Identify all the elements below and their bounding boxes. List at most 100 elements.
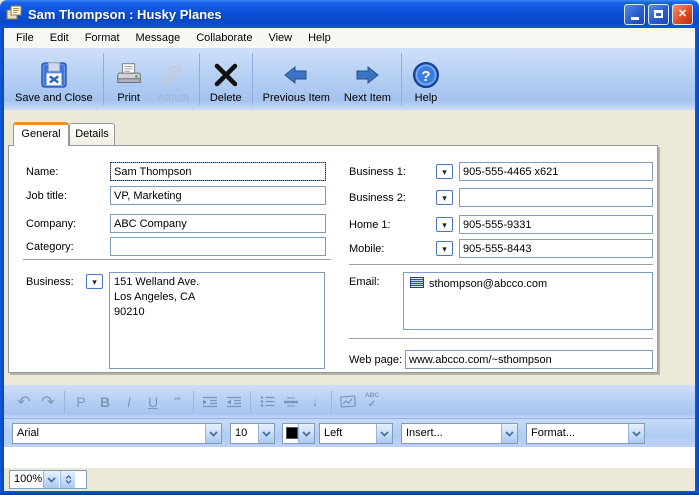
font-size-value: 10 [235,427,256,439]
format-separator [64,391,65,413]
format-select[interactable]: Format... [526,423,645,444]
menu-format[interactable]: Format [77,29,128,47]
bold-icon: B [93,391,117,413]
font-color-select[interactable] [282,423,315,444]
redo-icon: ↷ [36,391,60,413]
quote-icon: ”” [165,391,189,413]
previous-item-button[interactable]: Previous Item [256,50,337,108]
minimize-button[interactable] [624,4,645,25]
next-item-button[interactable]: Next Item [337,50,398,108]
status-bar: 100% [4,467,695,491]
font-size-select[interactable]: 10 [230,423,275,444]
svg-text:?: ? [421,68,430,85]
business-address-textarea[interactable]: 151 Welland Ave. Los Angeles, CA 90210 [109,272,325,369]
tab-details[interactable]: Details [69,123,115,146]
maximize-button[interactable] [648,4,669,25]
menu-view[interactable]: View [260,29,300,47]
menu-message[interactable]: Message [128,29,189,47]
tab-general[interactable]: General [13,122,69,146]
general-tab-panel: Name: Job title: Company: Category: Busi… [8,145,658,373]
menu-collaborate[interactable]: Collaborate [188,29,260,47]
zoom-control[interactable]: 100% [9,470,87,489]
contact-form-area: General Details Name: Job title: Company… [4,110,695,385]
close-button[interactable]: ✕ [672,4,693,25]
color-swatch [286,427,298,439]
font-family-value: Arial [17,427,203,439]
job-title-label: Job title: [26,190,67,202]
help-button[interactable]: ? Help [405,50,447,108]
font-family-select[interactable]: Arial [12,423,222,444]
help-label: Help [415,92,438,104]
chevron-down-icon: ▾ [442,221,447,230]
mobile-input[interactable] [459,239,653,258]
home1-input[interactable] [459,215,653,234]
business1-input[interactable] [459,162,653,181]
name-input[interactable] [110,162,326,181]
chevron-down-icon [501,424,517,443]
name-label: Name: [26,166,58,178]
delete-label: Delete [210,92,242,104]
chevron-down-icon: ▾ [442,194,447,203]
print-button[interactable]: Print [107,50,151,108]
spellcheck-icon: ABC ✓ [360,391,384,413]
menu-edit[interactable]: Edit [42,29,77,47]
category-input[interactable] [110,237,326,256]
chevron-down-icon [65,480,72,484]
format-value: Format... [531,427,626,439]
menu-help[interactable]: Help [300,29,339,47]
delete-x-icon [212,58,240,92]
right-divider-bottom [349,338,653,339]
arrow-right-icon [353,58,381,92]
zoom-stepper[interactable] [60,471,75,488]
indent-increase-icon [198,391,222,413]
toolbar-separator [252,53,253,105]
mobile-label: Mobile: [349,243,384,255]
toolbar-separator [103,53,104,105]
email-card-icon [410,277,424,291]
menu-file[interactable]: File [8,29,42,47]
floppy-disk-icon [39,58,69,92]
email-label: Email: [349,276,380,288]
job-title-input[interactable] [110,186,326,205]
next-item-label: Next Item [344,92,391,104]
save-and-close-button[interactable]: Save and Close [8,50,100,108]
chevron-down-icon: ▾ [92,278,97,287]
chevron-down-icon[interactable] [43,471,59,488]
horizontal-rule-icon [279,391,303,413]
business-address-dropdown-button[interactable]: ▾ [86,274,103,289]
font-toolbar: Arial 10 Left Insert... Format... [4,419,695,447]
help-question-icon: ? [412,58,440,92]
business2-dropdown-button[interactable]: ▾ [436,190,453,205]
title-bar[interactable]: Sam Thompson : Husky Planes ✕ [0,0,699,28]
menu-bar: File Edit Format Message Collaborate Vie… [4,28,695,48]
alignment-select[interactable]: Left [319,423,393,444]
toolbar-separator [199,53,200,105]
alignment-value: Left [324,427,374,439]
indent-decrease-icon [222,391,246,413]
chevron-down-icon: ▾ [442,245,447,254]
business1-dropdown-button[interactable]: ▾ [436,164,453,179]
chevron-up-icon [65,475,72,479]
contact-card-icon [6,5,22,24]
print-label: Print [117,92,140,104]
window-title: Sam Thompson : Husky Planes [28,7,621,22]
mobile-dropdown-button[interactable]: ▾ [436,241,453,256]
chevron-down-icon [258,424,274,443]
delete-button[interactable]: Delete [203,50,249,108]
paragraph-icon: P [69,391,93,413]
previous-item-label: Previous Item [263,92,330,104]
italic-icon: I [117,391,141,413]
company-input[interactable] [110,214,326,233]
business2-input[interactable] [459,188,653,207]
insert-select[interactable]: Insert... [401,423,518,444]
window-border-left [0,26,4,491]
home1-label: Home 1: [349,219,391,231]
notes-body-area[interactable] [4,447,695,467]
insert-image-icon [336,391,360,413]
web-page-input[interactable] [405,350,653,369]
undo-icon: ↶ [12,391,36,413]
email-field[interactable]: sthompson@abcco.com [403,272,653,330]
format-separator [250,391,251,413]
home1-dropdown-button[interactable]: ▾ [436,217,453,232]
arrow-left-icon [282,58,310,92]
